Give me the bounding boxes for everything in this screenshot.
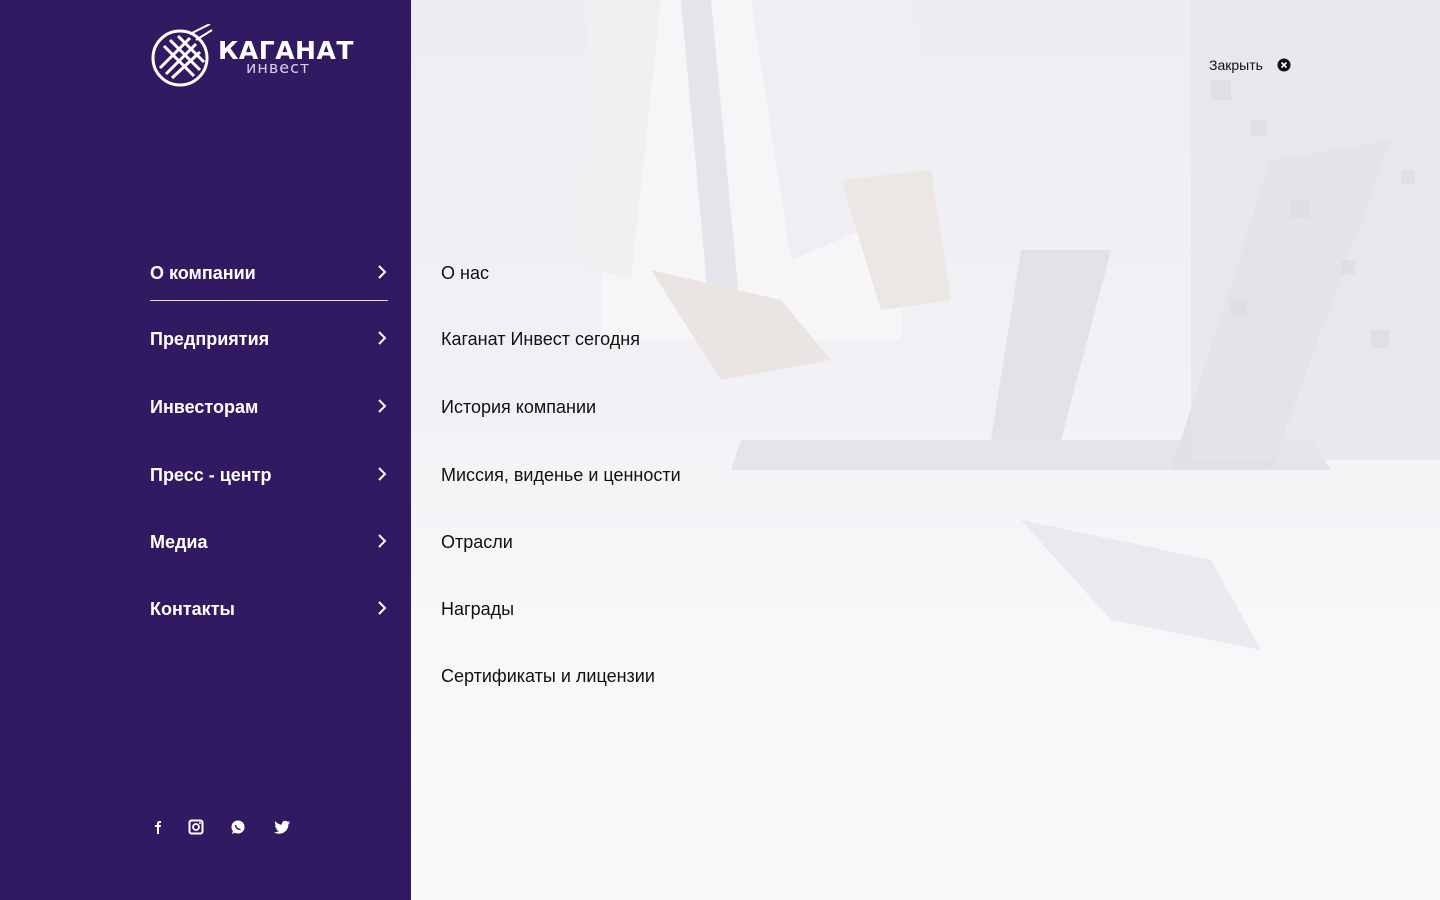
chevron-right-icon	[378, 399, 387, 413]
main-menu-item-enterprises[interactable]: Предприятия	[150, 328, 388, 372]
main-menu-label: Предприятия	[150, 329, 270, 349]
main-menu-item-press[interactable]: Пресс - центр	[150, 464, 388, 508]
logo-mark-icon	[151, 24, 213, 87]
chevron-right-icon	[378, 534, 387, 548]
background-photo	[571, 0, 1440, 650]
submenu-item-about-us[interactable]: О нас	[441, 262, 489, 284]
instagram-icon[interactable]	[186, 817, 206, 837]
close-label: Закрыть	[1209, 57, 1263, 73]
main-menu-label: Инвесторам	[150, 397, 259, 417]
submenu-item-industries[interactable]: Отрасли	[441, 531, 513, 553]
whatsapp-icon[interactable]	[228, 817, 248, 837]
chevron-right-icon	[378, 601, 387, 615]
main-menu-label: Пресс - центр	[150, 465, 272, 485]
submenu-item-mission[interactable]: Миссия, виденье и ценности	[441, 464, 681, 486]
brand-tagline: инвест	[246, 58, 311, 77]
submenu-item-awards[interactable]: Награды	[441, 598, 514, 620]
logo[interactable]: КАГАНАТ инвест	[150, 24, 353, 90]
main-menu-label: Медиа	[150, 532, 208, 552]
submenu-item-history[interactable]: История компании	[441, 396, 596, 418]
twitter-icon[interactable]	[272, 817, 292, 837]
facebook-icon[interactable]	[148, 817, 168, 837]
chevron-right-icon	[378, 467, 387, 481]
submenu-item-certificates[interactable]: Сертификаты и лицензии	[441, 665, 655, 687]
chevron-right-icon	[378, 331, 387, 345]
main-menu-item-media[interactable]: Медиа	[150, 531, 388, 575]
main-menu-item-investors[interactable]: Инвесторам	[150, 396, 388, 440]
submenu-item-today[interactable]: Каганат Инвест сегодня	[441, 328, 640, 350]
chevron-right-icon	[378, 265, 387, 279]
main-menu-label: Контакты	[150, 599, 235, 619]
main-menu-label: О компании	[150, 263, 256, 283]
sidebar: КАГАНАТ инвест О компании Предприятия Ин…	[0, 0, 411, 900]
main-menu-item-about[interactable]: О компании	[150, 262, 388, 306]
close-icon	[1277, 58, 1291, 72]
content-area: Закрыть О нас Каганат Инвест сегодня Ист…	[411, 0, 1440, 900]
main-menu-item-contacts[interactable]: Контакты	[150, 598, 388, 642]
